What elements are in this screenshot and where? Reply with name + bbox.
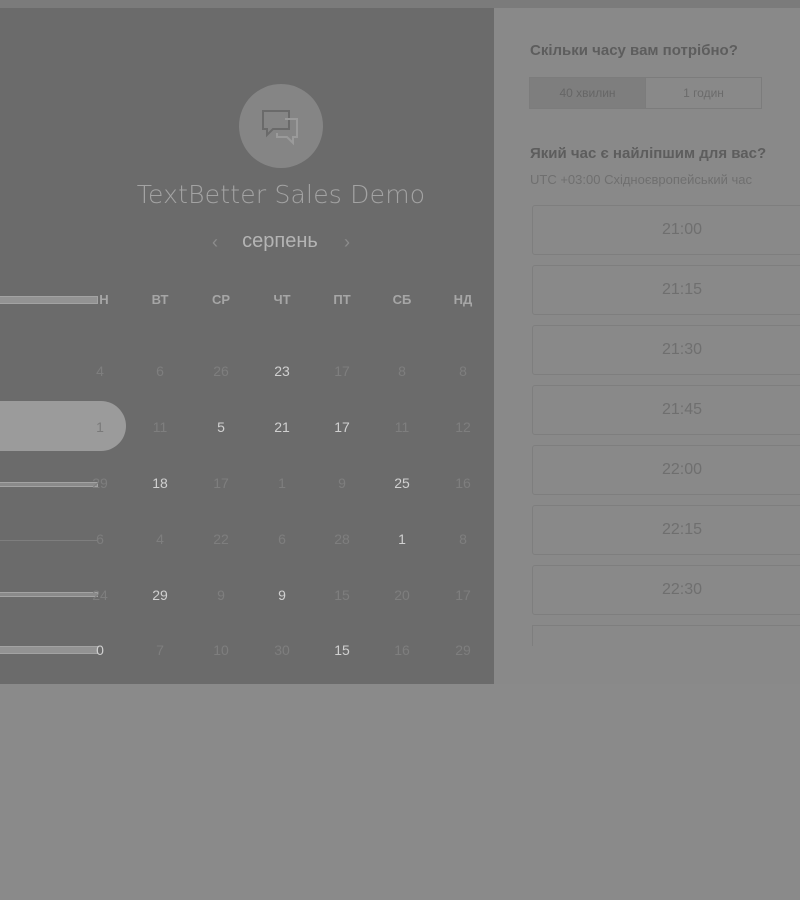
calendar-day-selected[interactable]: 1	[80, 415, 120, 439]
month-navigation: ‹ серпень ›	[200, 228, 362, 260]
app-title: TextBetter Sales Demo	[136, 180, 426, 209]
chevron-left-icon[interactable]: ‹	[206, 232, 224, 253]
weekday-label: ПТ	[333, 292, 351, 307]
calendar-day[interactable]: 30	[262, 638, 302, 662]
weekday-label: НД	[453, 292, 473, 307]
time-question: Який час є найліпшим для вас?	[530, 145, 767, 162]
calendar-day[interactable]: 4	[80, 359, 120, 383]
calendar-day[interactable]: 11	[140, 415, 180, 439]
calendar-day[interactable]: 6	[262, 527, 302, 551]
calendar-day[interactable]: 18	[140, 471, 180, 495]
calendar-day[interactable]: 6	[140, 359, 180, 383]
calendar-day[interactable]: 15	[322, 583, 362, 607]
calendar-day[interactable]: 5	[201, 415, 241, 439]
calendar-day[interactable]: 29	[443, 638, 483, 662]
calendar-day[interactable]: 16	[382, 638, 422, 662]
weekday-label: СР	[211, 292, 231, 307]
weekday-label: ВТ	[151, 292, 169, 307]
time-slot[interactable]: 21:00	[532, 205, 800, 255]
weekday-label: ЧТ	[273, 292, 291, 307]
calendar-day[interactable]: 9	[322, 471, 362, 495]
time-slot[interactable]: 22:15	[532, 505, 800, 555]
calendar-day[interactable]: 4	[140, 527, 180, 551]
timezone-label[interactable]: UTC +03:00 Східноєвропейський час	[530, 172, 752, 187]
time-slot[interactable]: 21:30	[532, 325, 800, 375]
calendar-day[interactable]: 22	[201, 527, 241, 551]
calendar-day[interactable]: 16	[443, 471, 483, 495]
calendar-day[interactable]: 15	[322, 638, 362, 662]
calendar-day[interactable]: 9	[262, 583, 302, 607]
calendar-day[interactable]: 21	[262, 415, 302, 439]
duration-selector: 40 хвилин 1 годин	[529, 77, 762, 109]
time-slot-partial[interactable]	[532, 625, 800, 646]
calendar-day[interactable]: 1	[382, 527, 422, 551]
calendar-day[interactable]: 17	[322, 359, 362, 383]
calendar-day[interactable]: 24	[80, 583, 120, 607]
calendar-day[interactable]: 6	[80, 527, 120, 551]
calendar-day[interactable]: 7	[140, 638, 180, 662]
weekday-label: Н	[99, 292, 109, 307]
top-strip	[0, 0, 800, 8]
calendar-day[interactable]: 20	[382, 583, 422, 607]
duration-option-40[interactable]: 40 хвилин	[530, 78, 645, 108]
chat-bubbles-icon	[239, 84, 323, 168]
page-background	[0, 684, 800, 900]
calendar-day[interactable]: 12	[443, 415, 483, 439]
weekday-label: СБ	[392, 292, 412, 307]
calendar-day[interactable]: 23	[262, 359, 302, 383]
duration-option-60[interactable]: 1 годин	[645, 78, 761, 108]
booking-panel: Скільки часу вам потрібно? 40 хвилин 1 г…	[494, 8, 800, 684]
time-slot[interactable]: 21:15	[532, 265, 800, 315]
calendar-day[interactable]: 10	[201, 638, 241, 662]
calendar-panel: TextBetter Sales Demo ‹ серпень › Н ВТ С…	[0, 8, 494, 684]
calendar-day[interactable]: 0	[80, 638, 120, 662]
calendar-day[interactable]: 8	[443, 527, 483, 551]
calendar-day[interactable]: 8	[382, 359, 422, 383]
calendar-day[interactable]: 17	[443, 583, 483, 607]
calendar-day[interactable]: 17	[322, 415, 362, 439]
calendar-day[interactable]: 1	[262, 471, 302, 495]
calendar-day[interactable]: 8	[443, 359, 483, 383]
time-slot[interactable]: 21:45	[532, 385, 800, 435]
month-label: серпень	[242, 230, 318, 252]
calendar-day[interactable]: 29	[80, 471, 120, 495]
time-slot[interactable]: 22:00	[532, 445, 800, 495]
duration-question: Скільки часу вам потрібно?	[530, 42, 738, 59]
calendar-day[interactable]: 28	[322, 527, 362, 551]
calendar-day[interactable]: 17	[201, 471, 241, 495]
calendar-day[interactable]: 25	[382, 471, 422, 495]
time-slot[interactable]: 22:30	[532, 565, 800, 615]
calendar-day[interactable]: 9	[201, 583, 241, 607]
calendar-day[interactable]: 29	[140, 583, 180, 607]
calendar-day[interactable]: 26	[201, 359, 241, 383]
calendar-day[interactable]: 11	[382, 415, 422, 439]
chevron-right-icon[interactable]: ›	[338, 232, 356, 253]
